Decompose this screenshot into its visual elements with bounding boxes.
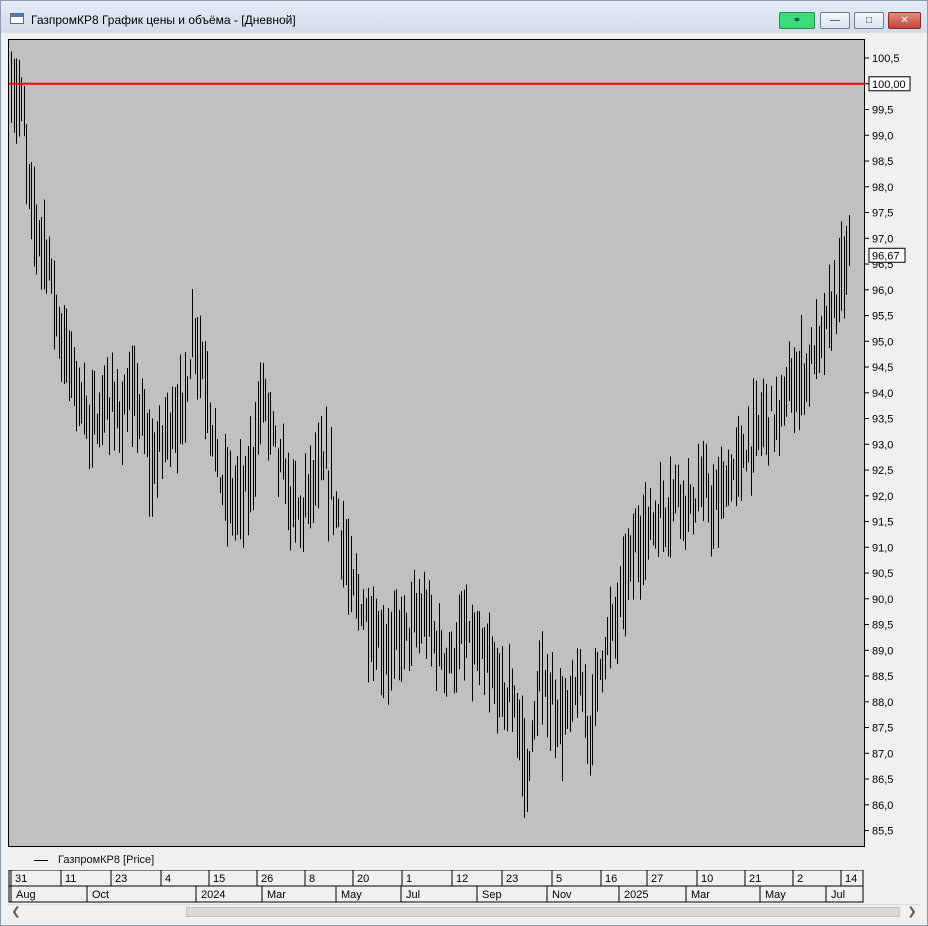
legend: ГазпромКР8 [Price]: [8, 850, 865, 870]
y-tick-label: 97,0: [872, 233, 893, 245]
x-day-label: 15: [213, 873, 225, 885]
y-tick-label: 90,5: [872, 568, 893, 580]
scrollbar-thumb[interactable]: [186, 907, 900, 917]
y-tick-label: 88,5: [872, 671, 893, 683]
x-month-label: May: [765, 889, 786, 901]
y-tick-label: 92,5: [872, 465, 893, 477]
x-day-label: 31: [15, 873, 27, 885]
x-month-label: Jul: [406, 889, 420, 901]
legend-label: ГазпромКР8 [Price]: [58, 854, 155, 866]
x-day-label: 1: [406, 873, 412, 885]
legend-swatch: [34, 860, 48, 861]
y-tick-label: 98,0: [872, 182, 893, 194]
y-tick-label: 96,0: [872, 285, 893, 297]
scroll-right-icon[interactable]: ❯: [904, 905, 920, 920]
horizontal-scrollbar[interactable]: ❮ ❯: [8, 904, 920, 920]
x-month-label: May: [341, 889, 362, 901]
y-tick-label: 100,5: [872, 53, 900, 65]
x-month-label: Mar: [267, 889, 286, 901]
x-day-label: 27: [651, 873, 663, 885]
x-month-label: Aug: [16, 889, 36, 901]
y-tick-label: 86,5: [872, 774, 893, 786]
y-tick-label: 93,0: [872, 439, 893, 451]
x-day-label: 10: [701, 873, 713, 885]
y-tick-label: 95,0: [872, 336, 893, 348]
day-axis: [8, 869, 864, 887]
x-month-label: 2024: [201, 889, 225, 901]
x-month-label: 2025: [624, 889, 648, 901]
y-tick-label: 94,0: [872, 388, 893, 400]
y-tick-label: 92,0: [872, 491, 893, 503]
last-value-label: 96,67: [872, 250, 900, 262]
y-tick-label: 86,0: [872, 800, 893, 812]
x-month-label: Mar: [691, 889, 710, 901]
x-day-label: 23: [506, 873, 518, 885]
x-day-label: 8: [309, 873, 315, 885]
y-tick-label: 85,5: [872, 826, 893, 838]
x-day-label: 2: [797, 873, 803, 885]
x-month-label: Sep: [482, 889, 502, 901]
x-day-label: 11: [65, 873, 76, 885]
y-tick-label: 98,5: [872, 156, 893, 168]
x-day-label: 14: [845, 873, 857, 885]
price-bars: [11, 51, 850, 818]
price-chart: 85,5 86,0 86,5 87,0 87,5 88,0 88,5 89,0 89,5 90,0…: [8, 51, 911, 903]
month-axis: [8, 885, 864, 903]
scroll-left-icon[interactable]: ❮: [8, 905, 24, 920]
y-tick-label: 90,0: [872, 594, 893, 606]
y-tick-label: 89,5: [872, 620, 893, 632]
y-tick-label: 97,5: [872, 208, 893, 220]
y-tick-label: 95,5: [872, 311, 893, 323]
x-day-label: 12: [456, 873, 468, 885]
y-tick-label: 99,5: [872, 105, 893, 117]
x-day-label: 20: [357, 873, 369, 885]
x-day-label: 4: [165, 873, 171, 885]
y-tick-label: 99,0: [872, 130, 893, 142]
y-tick-label: 88,0: [872, 697, 893, 709]
x-month-label: Oct: [92, 889, 109, 901]
x-month-label: Jul: [831, 889, 845, 901]
x-day-label: 5: [556, 873, 562, 885]
x-day-label: 21: [749, 873, 761, 885]
y-tick-label: 93,5: [872, 414, 893, 426]
x-day-label: 23: [115, 873, 127, 885]
y-tick-label: 91,0: [872, 542, 893, 554]
y-tick-label: 89,0: [872, 645, 893, 657]
y-tick-label: 87,5: [872, 723, 893, 735]
x-day-label: 26: [261, 873, 273, 885]
y-tick-label: 94,5: [872, 362, 893, 374]
y-tick-label: 87,0: [872, 748, 893, 760]
x-month-label: Nov: [552, 889, 572, 901]
x-day-label: 16: [605, 873, 617, 885]
y-tick-label: 91,5: [872, 517, 893, 529]
reference-label: 100,00: [872, 79, 906, 91]
